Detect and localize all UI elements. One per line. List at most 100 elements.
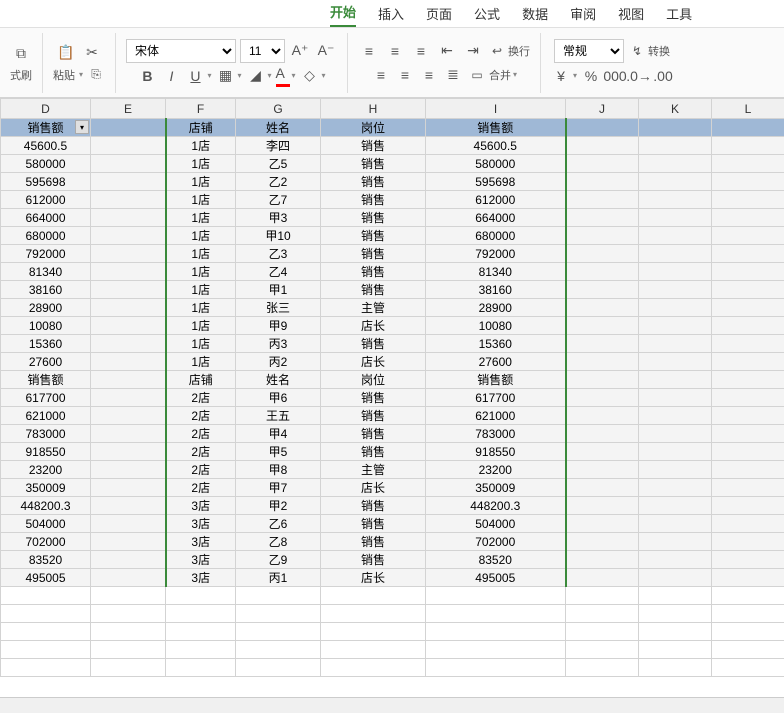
cell[interactable] xyxy=(712,209,784,227)
cell-d[interactable]: 504000 xyxy=(1,515,91,533)
copy-format-button[interactable]: ⎘ xyxy=(87,66,105,84)
col-header-J[interactable]: J xyxy=(566,99,639,119)
cell-role[interactable]: 店长 xyxy=(321,317,426,335)
cell-shop[interactable]: 3店 xyxy=(166,515,236,533)
decimal-inc-button[interactable]: .0→ xyxy=(629,65,649,87)
cell-name[interactable]: 乙3 xyxy=(236,245,321,263)
cell-name[interactable]: 丙2 xyxy=(236,353,321,371)
cell[interactable] xyxy=(566,281,639,299)
cell[interactable] xyxy=(566,623,639,641)
cell-role[interactable]: 店长 xyxy=(321,479,426,497)
cell-d[interactable]: 702000 xyxy=(1,533,91,551)
cell[interactable] xyxy=(566,191,639,209)
cell-role[interactable]: 销售 xyxy=(321,407,426,425)
fill-color-button[interactable]: ◢▾ xyxy=(246,65,272,87)
cell[interactable] xyxy=(91,515,166,533)
cell[interactable] xyxy=(639,299,712,317)
cell-shop[interactable]: 1店 xyxy=(166,281,236,299)
cell-role[interactable]: 店长 xyxy=(321,569,426,587)
cell-name[interactable]: 王五 xyxy=(236,407,321,425)
cell[interactable] xyxy=(566,497,639,515)
col-header-E[interactable]: E xyxy=(91,99,166,119)
cell[interactable] xyxy=(566,605,639,623)
cell[interactable] xyxy=(639,155,712,173)
cell[interactable] xyxy=(566,515,639,533)
cell-amount[interactable]: 617700 xyxy=(426,389,566,407)
cell-d[interactable]: 销售额 xyxy=(1,371,91,389)
cell-amount[interactable]: 27600 xyxy=(426,353,566,371)
cell-shop[interactable]: 1店 xyxy=(166,173,236,191)
cell[interactable] xyxy=(639,479,712,497)
cell-role[interactable]: 主管 xyxy=(321,299,426,317)
decimal-dec-button[interactable]: .00 xyxy=(653,65,673,87)
cell[interactable] xyxy=(166,641,236,659)
cell[interactable] xyxy=(91,443,166,461)
cell[interactable] xyxy=(91,659,166,677)
cell[interactable] xyxy=(639,281,712,299)
cell-name[interactable]: 乙9 xyxy=(236,551,321,569)
cell[interactable] xyxy=(236,641,321,659)
cell-role[interactable]: 销售 xyxy=(321,227,426,245)
merge-button[interactable]: ▭合并▾ xyxy=(467,66,517,84)
tab-start[interactable]: 开始 xyxy=(330,2,356,27)
cell[interactable] xyxy=(566,119,639,137)
cell-name[interactable]: 甲7 xyxy=(236,479,321,497)
cell[interactable] xyxy=(566,227,639,245)
cell[interactable] xyxy=(566,551,639,569)
cell[interactable] xyxy=(639,515,712,533)
cell[interactable] xyxy=(712,479,784,497)
cell[interactable] xyxy=(566,173,639,191)
cell-amount[interactable]: 612000 xyxy=(426,191,566,209)
cell-name[interactable]: 甲6 xyxy=(236,389,321,407)
align-mid-button[interactable]: ≡ xyxy=(384,40,406,62)
italic-button[interactable]: I xyxy=(161,65,181,87)
cell-name[interactable]: 乙4 xyxy=(236,263,321,281)
font-decrease-button[interactable]: A⁻ xyxy=(315,40,337,62)
cell[interactable] xyxy=(639,551,712,569)
cut-button[interactable]: ✂ xyxy=(81,42,103,64)
cell-name[interactable]: 甲1 xyxy=(236,281,321,299)
cell[interactable] xyxy=(639,659,712,677)
tab-insert[interactable]: 插入 xyxy=(378,4,404,27)
cell-role[interactable]: 销售 xyxy=(321,137,426,155)
cell[interactable] xyxy=(712,191,784,209)
cell-name[interactable]: 李四 xyxy=(236,137,321,155)
cell[interactable] xyxy=(712,407,784,425)
hdr-amount[interactable]: 销售额 xyxy=(426,119,566,137)
hdr-role[interactable]: 岗位 xyxy=(321,119,426,137)
cell[interactable] xyxy=(712,425,784,443)
cell-amount[interactable]: 595698 xyxy=(426,173,566,191)
cell-name[interactable]: 丙3 xyxy=(236,335,321,353)
cell-amount[interactable]: 10080 xyxy=(426,317,566,335)
cell[interactable] xyxy=(91,173,166,191)
cell[interactable] xyxy=(321,587,426,605)
tab-formula[interactable]: 公式 xyxy=(474,4,500,27)
indent-left-button[interactable]: ⇤ xyxy=(436,40,458,62)
cell[interactable] xyxy=(712,461,784,479)
cell-name[interactable]: 甲8 xyxy=(236,461,321,479)
font-color-button[interactable]: A▾ xyxy=(276,65,296,87)
cell[interactable] xyxy=(566,461,639,479)
hdr-shop[interactable]: 店铺 xyxy=(166,119,236,137)
cell-role[interactable]: 销售 xyxy=(321,155,426,173)
cell[interactable] xyxy=(566,335,639,353)
cell-d[interactable]: 81340 xyxy=(1,263,91,281)
cell-role[interactable]: 销售 xyxy=(321,533,426,551)
hdr-shop[interactable]: 店铺 xyxy=(166,371,236,389)
col-header-G[interactable]: G xyxy=(236,99,321,119)
cell-shop[interactable]: 3店 xyxy=(166,569,236,587)
cell-role[interactable]: 主管 xyxy=(321,461,426,479)
cell[interactable] xyxy=(91,191,166,209)
col-d-header[interactable]: 销售额▾ xyxy=(1,119,91,137)
cell-shop[interactable]: 1店 xyxy=(166,317,236,335)
cell-shop[interactable]: 1店 xyxy=(166,335,236,353)
cell[interactable] xyxy=(639,461,712,479)
cell-name[interactable]: 乙5 xyxy=(236,155,321,173)
cell-role[interactable]: 销售 xyxy=(321,245,426,263)
cell-d[interactable]: 680000 xyxy=(1,227,91,245)
number-format-select[interactable]: 常规 xyxy=(554,39,624,63)
cell-amount[interactable]: 28900 xyxy=(426,299,566,317)
cell[interactable] xyxy=(639,191,712,209)
cell[interactable] xyxy=(1,623,91,641)
cell[interactable] xyxy=(639,407,712,425)
